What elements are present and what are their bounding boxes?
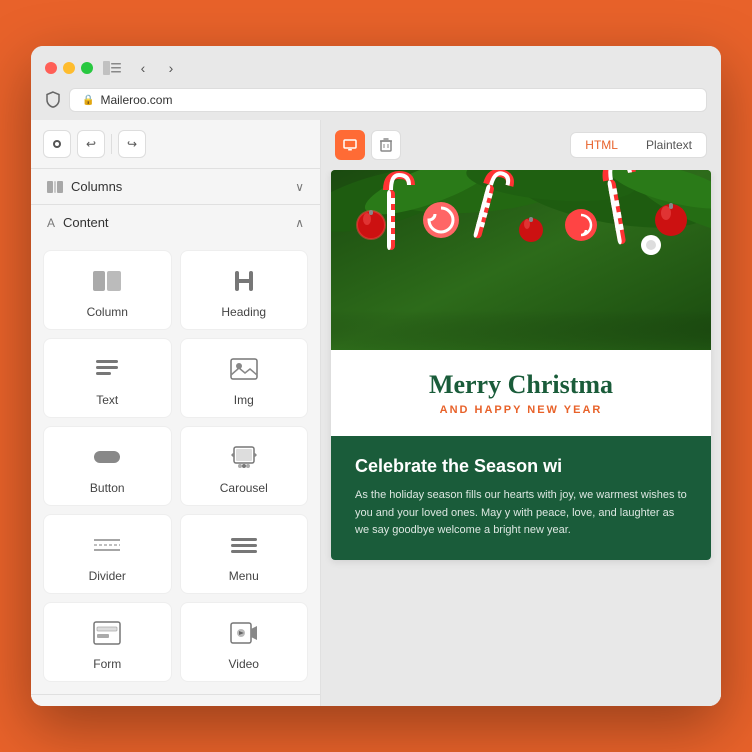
- traffic-lights: [45, 62, 93, 74]
- email-body-section: Celebrate the Season wi As the holiday s…: [331, 436, 711, 560]
- content-item-menu[interactable]: Menu: [180, 514, 309, 594]
- button-label: Button: [90, 481, 125, 495]
- menu-label: Menu: [229, 569, 259, 583]
- nav-arrows: ‹ ›: [131, 56, 183, 80]
- content-item-img[interactable]: Img: [180, 338, 309, 418]
- divider-icon: [91, 529, 123, 561]
- content-chevron: ∧: [295, 216, 304, 230]
- lock-icon: 🔒: [82, 95, 94, 106]
- left-sidebar: ↩ ↪: [31, 120, 321, 706]
- shield-icon: [45, 91, 61, 109]
- delete-button[interactable]: [371, 130, 401, 160]
- forward-arrow[interactable]: ›: [159, 56, 183, 80]
- app-content: ↩ ↪: [31, 120, 721, 706]
- view-toggle: HTML Plaintext: [570, 132, 707, 158]
- video-label: Video: [229, 657, 259, 671]
- email-card: Merry Christma AND HAPPY NEW YEAR Celebr…: [331, 170, 711, 560]
- toolbar-row: ↩ ↪: [31, 120, 320, 169]
- toolbar-divider: [111, 134, 112, 154]
- desktop-view-button[interactable]: [335, 130, 365, 160]
- text-icon: [91, 353, 123, 385]
- record-button[interactable]: [43, 130, 71, 158]
- img-icon: [228, 353, 260, 385]
- content-item-divider[interactable]: Divider: [43, 514, 172, 594]
- traffic-light-red[interactable]: [45, 62, 57, 74]
- content-item-text[interactable]: Text: [43, 338, 172, 418]
- menu-icon: [228, 529, 260, 561]
- body-text: As the holiday season fills our hearts w…: [355, 487, 687, 540]
- heading-icon: [228, 265, 260, 297]
- columns-chevron: ∨: [295, 180, 304, 194]
- content-item-column[interactable]: Column: [43, 250, 172, 330]
- url-text: Maileroo.com: [100, 93, 172, 107]
- email-hero-image: [331, 170, 711, 350]
- column-icon: [91, 265, 123, 297]
- content-item-button[interactable]: Button: [43, 426, 172, 506]
- main-toolbar: HTML Plaintext: [321, 120, 721, 170]
- content-grid: Column Heading: [31, 240, 320, 694]
- form-icon: [91, 617, 123, 649]
- traffic-light-green[interactable]: [81, 62, 93, 74]
- main-content: HTML Plaintext: [321, 120, 721, 706]
- email-preview: Merry Christma AND HAPPY NEW YEAR Celebr…: [321, 170, 721, 706]
- columns-section: Columns ∨: [31, 169, 320, 205]
- img-label: Img: [234, 393, 254, 407]
- undo-icon: ↩: [86, 137, 96, 151]
- redo-button[interactable]: ↪: [118, 130, 146, 158]
- column-label: Column: [87, 305, 128, 319]
- video-icon: [228, 617, 260, 649]
- divider-label: Divider: [89, 569, 126, 583]
- celebrate-heading-text: Celebrate the Season wi: [355, 456, 687, 477]
- merry-christmas-text: Merry Christma: [355, 370, 687, 400]
- email-text-section: Merry Christma AND HAPPY NEW YEAR: [331, 350, 711, 436]
- content-icon: A: [47, 216, 55, 230]
- content-section-header[interactable]: A Content ∧: [31, 205, 320, 240]
- undo-button[interactable]: ↩: [77, 130, 105, 158]
- content-item-form[interactable]: Form: [43, 602, 172, 682]
- browser-chrome: ‹ › 🔒 Maileroo.com: [31, 46, 721, 120]
- carousel-label: Carousel: [220, 481, 268, 495]
- happy-new-year-text: AND HAPPY NEW YEAR: [355, 404, 687, 416]
- text-label: Text: [96, 393, 118, 407]
- traffic-light-yellow[interactable]: [63, 62, 75, 74]
- content-item-video[interactable]: Video: [180, 602, 309, 682]
- heading-label: Heading: [221, 305, 266, 319]
- columns-icon: [47, 181, 63, 193]
- redo-icon: ↪: [127, 137, 137, 151]
- content-item-heading[interactable]: Heading: [180, 250, 309, 330]
- html-view-button[interactable]: HTML: [571, 133, 632, 157]
- address-bar[interactable]: 🔒 Maileroo.com: [69, 88, 707, 112]
- sidebar-toggle-icon[interactable]: [103, 61, 121, 75]
- columns-label: Columns: [71, 179, 122, 194]
- plaintext-view-button[interactable]: Plaintext: [632, 133, 706, 157]
- browser-window: ‹ › 🔒 Maileroo.com: [31, 46, 721, 706]
- form-label: Form: [93, 657, 121, 671]
- content-item-carousel[interactable]: Carousel: [180, 426, 309, 506]
- content-section: A Content ∧ Column: [31, 205, 320, 695]
- back-arrow[interactable]: ‹: [131, 56, 155, 80]
- button-icon: [91, 441, 123, 473]
- content-label: Content: [63, 215, 109, 230]
- carousel-icon: [228, 441, 260, 473]
- main-toolbar-left: [335, 130, 401, 160]
- columns-section-header[interactable]: Columns ∨: [31, 169, 320, 204]
